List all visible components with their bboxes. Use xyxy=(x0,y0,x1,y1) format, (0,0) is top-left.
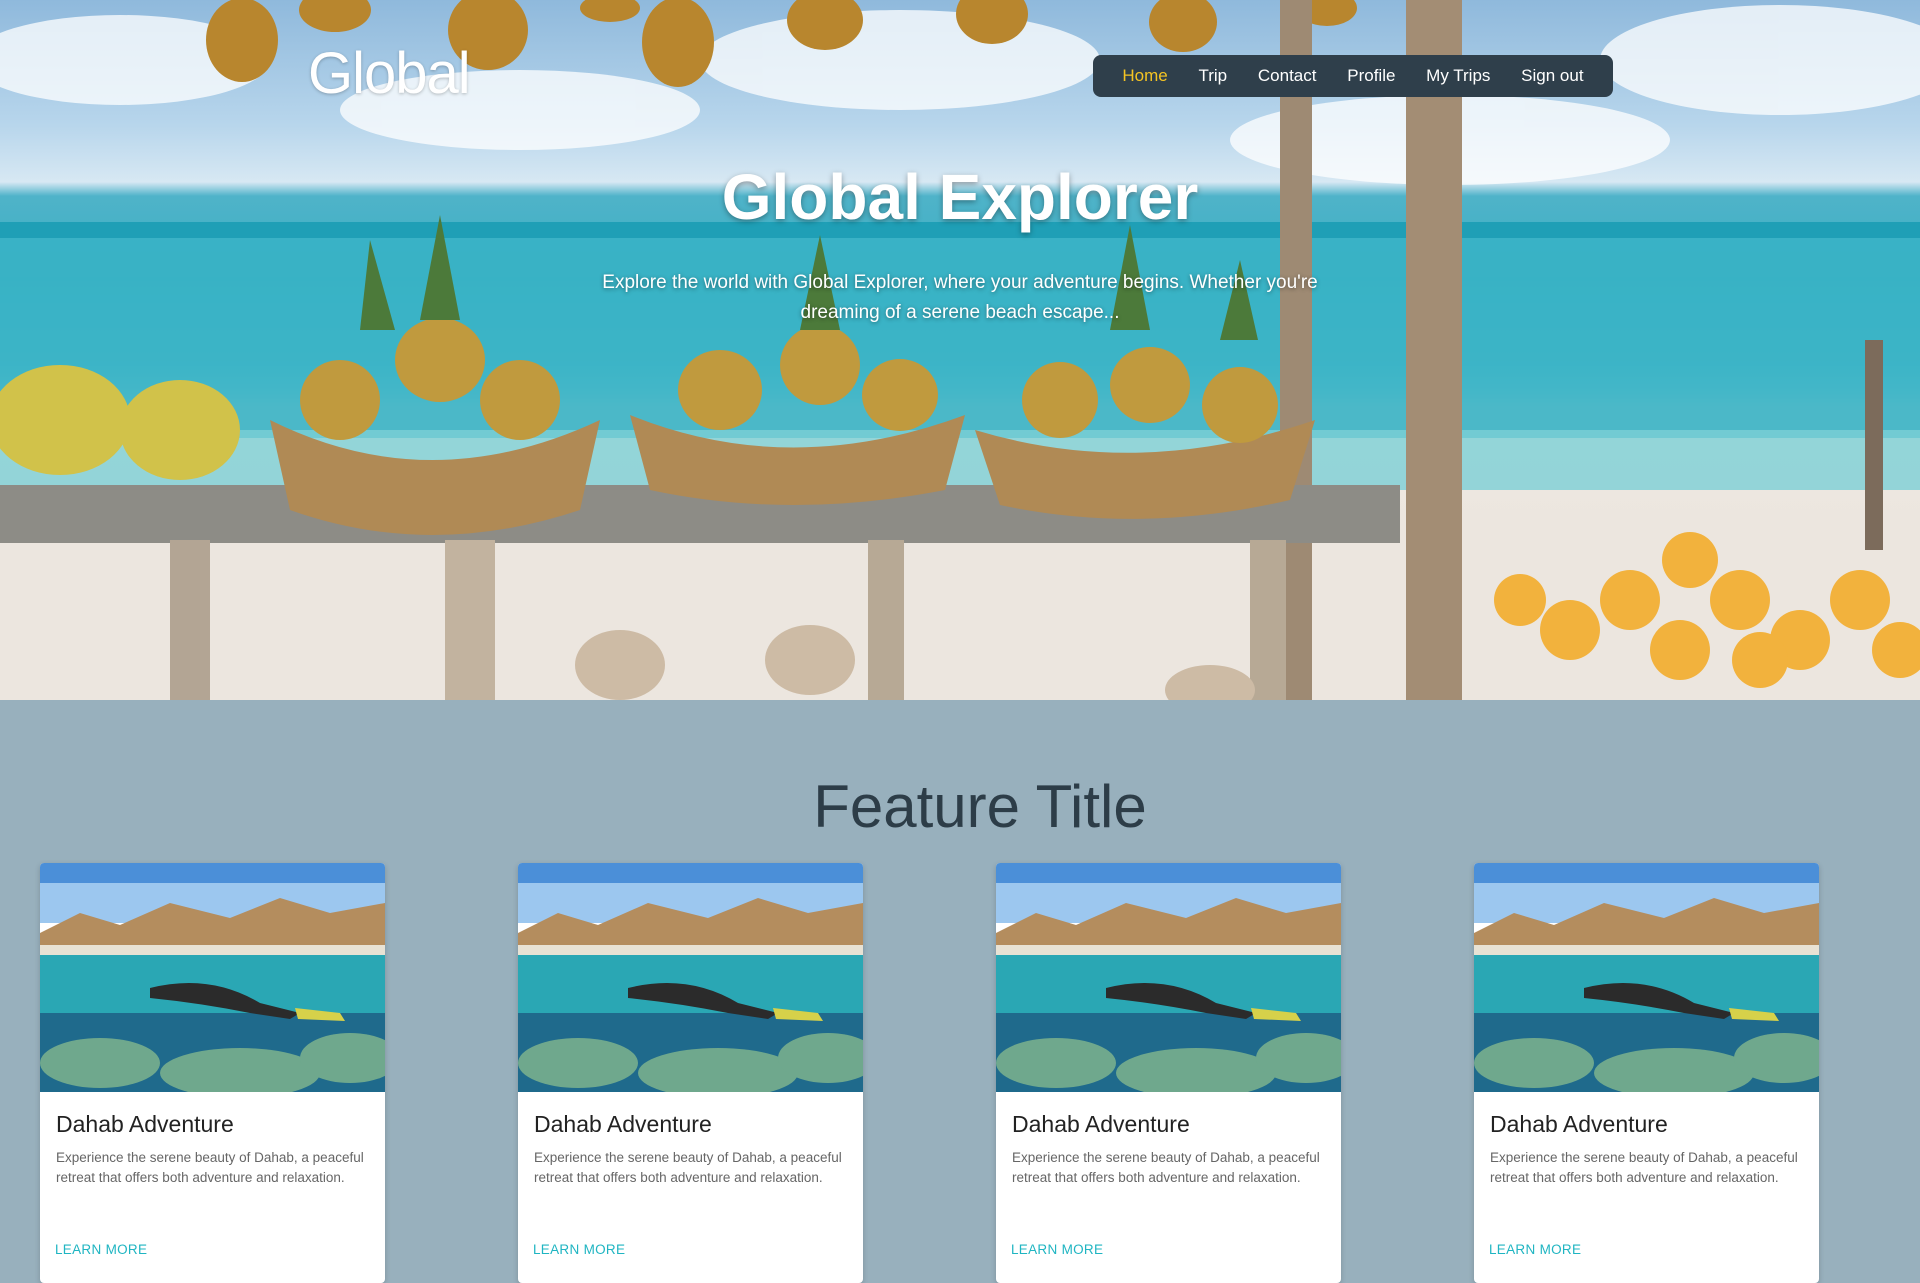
main-nav: Home Trip Contact Profile My Trips Sign … xyxy=(1093,55,1613,97)
card-title: Dahab Adventure xyxy=(534,1111,712,1137)
nav-trip[interactable]: Trip xyxy=(1198,66,1227,86)
card-image xyxy=(518,863,863,1092)
hero-subtitle: Explore the world with Global Explorer, … xyxy=(602,272,1318,323)
card-title: Dahab Adventure xyxy=(1012,1111,1190,1137)
nav-my-trips[interactable]: My Trips xyxy=(1426,66,1490,86)
brand-logo[interactable]: Global xyxy=(308,40,471,107)
learn-more-link[interactable]: LEARN MORE xyxy=(55,1242,147,1257)
feature-card: Dahab Adventure Experience the serene be… xyxy=(518,863,863,1283)
nav-profile[interactable]: Profile xyxy=(1347,66,1395,86)
nav-contact[interactable]: Contact xyxy=(1258,66,1317,86)
feature-card: Dahab Adventure Experience the serene be… xyxy=(40,863,385,1283)
learn-more-link[interactable]: LEARN MORE xyxy=(1011,1242,1103,1257)
feature-card: Dahab Adventure Experience the serene be… xyxy=(1474,863,1819,1283)
feature-title: Feature Title xyxy=(813,773,1147,840)
learn-more-link[interactable]: LEARN MORE xyxy=(1489,1242,1581,1257)
card-image xyxy=(40,863,385,1092)
card-description: Experience the serene beauty of Dahab, a… xyxy=(1490,1150,1798,1185)
card-image xyxy=(996,863,1341,1092)
nav-home[interactable]: Home xyxy=(1122,66,1167,86)
hero-banner: Global Home Trip Contact Profile My Trip… xyxy=(0,0,1920,700)
feature-card: Dahab Adventure Experience the serene be… xyxy=(996,863,1341,1283)
nav-sign-out[interactable]: Sign out xyxy=(1521,66,1583,86)
feature-section: Feature Title Dahab Adventure Experience… xyxy=(0,700,1920,1283)
card-description: Experience the serene beauty of Dahab, a… xyxy=(1012,1150,1320,1185)
card-title: Dahab Adventure xyxy=(1490,1111,1668,1137)
hero-title: Global Explorer xyxy=(721,161,1199,233)
learn-more-link[interactable]: LEARN MORE xyxy=(533,1242,625,1257)
card-title: Dahab Adventure xyxy=(56,1111,234,1137)
card-description: Experience the serene beauty of Dahab, a… xyxy=(534,1150,842,1185)
hero-background-image xyxy=(0,0,1920,700)
card-description: Experience the serene beauty of Dahab, a… xyxy=(56,1150,364,1185)
card-image xyxy=(1474,863,1819,1092)
